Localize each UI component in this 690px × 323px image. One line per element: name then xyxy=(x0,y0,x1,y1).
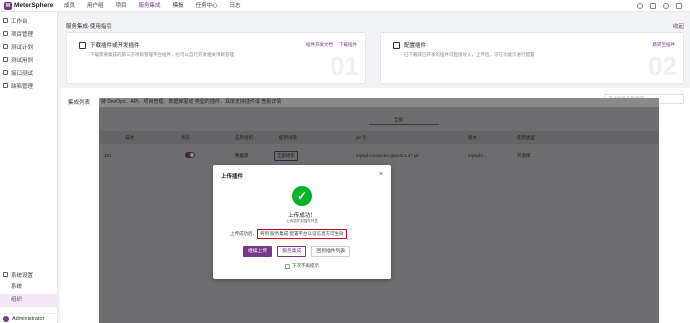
sidebar-item[interactable]: 接口测试 xyxy=(0,66,57,79)
case-icon xyxy=(3,57,8,62)
guide-card-download: 下载插件或开发插件 下载需要集成的第三方项目管理平台插件，也可以自行开发相关项目… xyxy=(66,32,366,84)
collapse-link[interactable]: 收起 xyxy=(673,22,684,30)
back-to-list-button[interactable]: 回到插件列表 xyxy=(311,246,351,257)
message-highlight: 将到 服务集成 配置平台认证信息方可生效 xyxy=(257,229,347,239)
nav-item[interactable]: 日志 xyxy=(224,0,247,12)
step-number: 01 xyxy=(330,51,359,81)
api-icon xyxy=(3,70,8,75)
sidebar-item[interactable]: 缺陷管理 xyxy=(0,79,57,92)
list-title: 集成列表 xyxy=(68,100,91,106)
success-check-icon: ✓ xyxy=(292,186,312,206)
sidebar-item-label: 测试用例 xyxy=(11,57,34,64)
sidebar-item[interactable]: 测试计划 xyxy=(0,40,57,53)
sidebar-item-label: 系统设置 xyxy=(11,272,34,279)
dont-show-again[interactable]: 下次不再提示 xyxy=(285,263,319,269)
user-name: Administrator xyxy=(12,315,45,322)
nav-item[interactable]: 项目 xyxy=(110,0,133,12)
status-toggle[interactable] xyxy=(185,152,195,158)
message-icon[interactable] xyxy=(650,2,656,9)
config-icon xyxy=(393,41,400,49)
help-icon[interactable] xyxy=(637,2,643,9)
sidebar-item[interactable]: 项目管理 xyxy=(0,27,57,40)
sidebar-item-label: 缺陷管理 xyxy=(11,83,34,90)
sidebar-item[interactable]: 工作台 xyxy=(0,14,57,27)
language-icon[interactable] xyxy=(676,2,682,9)
goto-plugin-link[interactable]: 跳转至插件 xyxy=(653,42,676,48)
upload-plugin-modal: 上传插件 × ✓ 上传成功！ 上传插件到插件列表 上传成功后， 将到 服务集成 配… xyxy=(213,165,391,279)
row-version: mysql-c... xyxy=(468,153,488,158)
tab-underline xyxy=(369,124,439,125)
avatar xyxy=(3,315,9,322)
plugin-doc-link[interactable]: 插件开发文档 xyxy=(306,42,333,48)
modal-title: 上传插件 xyxy=(221,174,244,180)
continue-upload-button[interactable]: 继续上传 xyxy=(243,246,273,257)
close-icon[interactable]: × xyxy=(379,171,383,178)
success-subtitle: 上传插件到插件列表 xyxy=(286,219,318,223)
row-jar: mysql-connector-java-5.1.47.jar xyxy=(356,153,420,158)
download-icon xyxy=(79,41,86,49)
table-header: 描述 状态 应用组织 使用场景 jar 包 版本 使用类型 xyxy=(99,131,659,144)
filter-tabs: 全部 xyxy=(99,115,659,125)
sidebar-sub-system[interactable]: 系统 xyxy=(0,281,58,294)
guide-card-config: 配置插件 已下载或已开发的插件可直接导入，上传后，可在功能页进行配置 跳转至插件… xyxy=(380,32,684,84)
col-status: 状态 xyxy=(181,135,190,140)
sidebar-item[interactable]: 测试用例 xyxy=(0,53,57,66)
nav-item[interactable]: 用户组 xyxy=(81,0,110,12)
sidebar-item-label: 工作台 xyxy=(11,18,28,25)
plan-icon xyxy=(3,44,8,49)
task-icon[interactable] xyxy=(663,2,669,9)
service-integration-button[interactable]: 服务集成 xyxy=(277,246,307,257)
top-nav: 成员 用户组 项目 服务集成 模板 任务中心 日志 xyxy=(58,0,247,12)
settings-icon xyxy=(3,272,8,277)
col-scene: 使用场景 xyxy=(279,135,297,140)
sidebar-item-label: 项目管理 xyxy=(11,31,34,38)
card-title: 配置插件 xyxy=(404,43,427,49)
col-version: 版本 xyxy=(468,135,477,140)
col-desc: 描述 xyxy=(125,135,134,140)
success-message: 上传成功后， 将到 服务集成 配置平台认证信息方可生效 xyxy=(230,229,347,239)
sidebar: 工作台项目管理测试计划测试用例接口测试缺陷管理 系统设置 系统 组织 Admin… xyxy=(0,12,58,323)
sidebar-sub-org[interactable]: 组织 xyxy=(0,294,58,307)
bug-icon xyxy=(3,83,8,88)
nav-item[interactable]: 成员 xyxy=(58,0,81,12)
plugin-info-banner: 持 DevOps、API、项目管理、数据库驱动 类型的插件，具体支持插件请 查看… xyxy=(99,98,659,107)
org-tag: 全部组织 xyxy=(274,151,298,161)
user-menu[interactable]: Administrator xyxy=(0,313,58,323)
checkbox-label: 下次不再提示 xyxy=(292,263,319,268)
tab-all[interactable]: 全部 xyxy=(394,117,403,123)
nav-item[interactable]: 任务中心 xyxy=(190,0,224,12)
app-logo[interactable]: M MeterSphere xyxy=(0,1,58,10)
step-number: 02 xyxy=(648,51,677,81)
sidebar-item-label: 测试计划 xyxy=(11,44,34,51)
success-title: 上传成功！ xyxy=(288,213,316,219)
message-prefix: 上传成功后， xyxy=(230,231,257,236)
col-type: 使用类型 xyxy=(517,135,535,140)
card-title: 下载插件或开发插件 xyxy=(90,43,140,49)
col-jar: jar 包 xyxy=(356,135,367,140)
row-desc: - xyxy=(127,153,129,158)
col-org: 应用组织 xyxy=(235,135,253,140)
top-bar: M MeterSphere 成员 用户组 项目 服务集成 模板 任务中心 日志 xyxy=(0,0,690,12)
project-icon xyxy=(3,31,8,36)
sidebar-item-settings[interactable]: 系统设置 xyxy=(0,268,58,281)
nav-item[interactable]: 服务集成 xyxy=(133,0,167,12)
table-row[interactable]: 101 - 数据库 全部组织 mysql-connector-java-5.1.… xyxy=(99,150,659,162)
nav-item[interactable]: 模板 xyxy=(167,0,190,12)
card-desc: 下载需要集成的第三方项目管理平台插件，也可以自行开发相关项目管理 xyxy=(90,52,234,57)
sidebar-item-label: 接口测试 xyxy=(11,70,34,77)
topbar-tools xyxy=(637,2,690,9)
dont-show-checkbox[interactable] xyxy=(285,263,290,269)
row-org: 数据库 xyxy=(235,153,249,158)
modal-actions: 继续上传 服务集成 回到插件列表 xyxy=(243,246,351,257)
card-desc: 已下载或已开发的插件可直接导入，上传后，可在功能页进行配置 xyxy=(404,52,535,57)
logo-mark: M xyxy=(4,1,12,10)
download-plugin-link[interactable]: 下载插件 xyxy=(339,42,357,48)
row-id: 101 xyxy=(104,153,112,158)
row-type: 开源版 xyxy=(517,153,531,158)
guide-title: 服务集成-使用指引 xyxy=(66,24,112,30)
app-name: MeterSphere xyxy=(14,2,54,9)
workbench-icon xyxy=(3,18,8,23)
